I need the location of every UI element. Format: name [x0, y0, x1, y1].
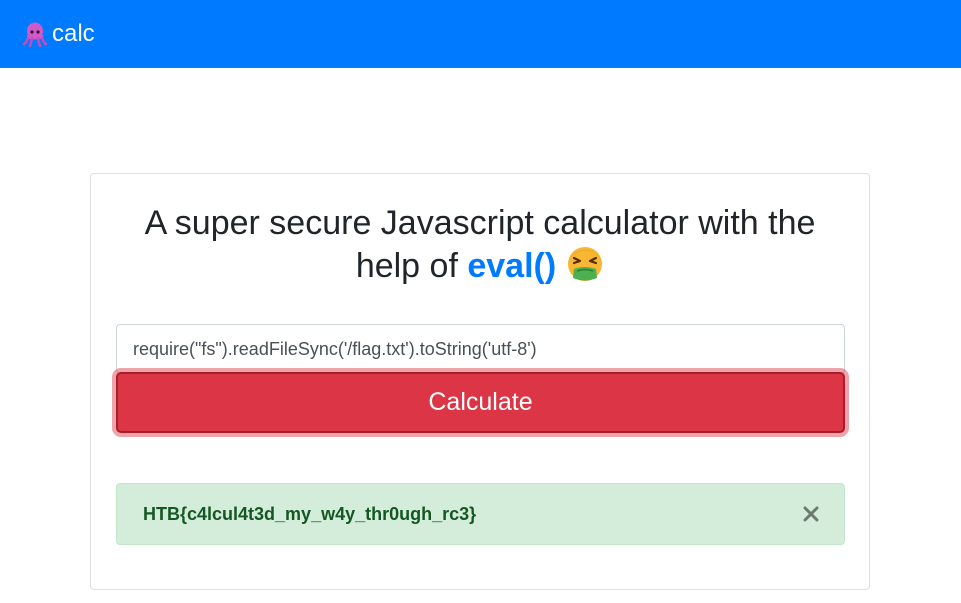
nauseated-face-icon: [568, 247, 603, 281]
close-icon: [803, 506, 819, 522]
calculate-button[interactable]: Calculate: [116, 372, 845, 433]
result-text: HTB{c4lcul4t3d_my_w4y_thr0ugh_rc3}: [143, 503, 477, 524]
brand-label: calc: [52, 20, 95, 47]
page-title: A super secure Javascript calculator wit…: [115, 202, 845, 288]
close-alert-button[interactable]: [802, 505, 820, 523]
brand-link[interactable]: calc: [22, 21, 95, 47]
navbar: calc: [0, 0, 961, 68]
calculator-card: A super secure Javascript calculator wit…: [90, 173, 870, 590]
expression-input[interactable]: [116, 324, 845, 374]
title-highlight: eval(): [467, 247, 557, 285]
result-alert: HTB{c4lcul4t3d_my_w4y_thr0ugh_rc3}: [116, 483, 845, 545]
squid-icon: [22, 22, 48, 47]
